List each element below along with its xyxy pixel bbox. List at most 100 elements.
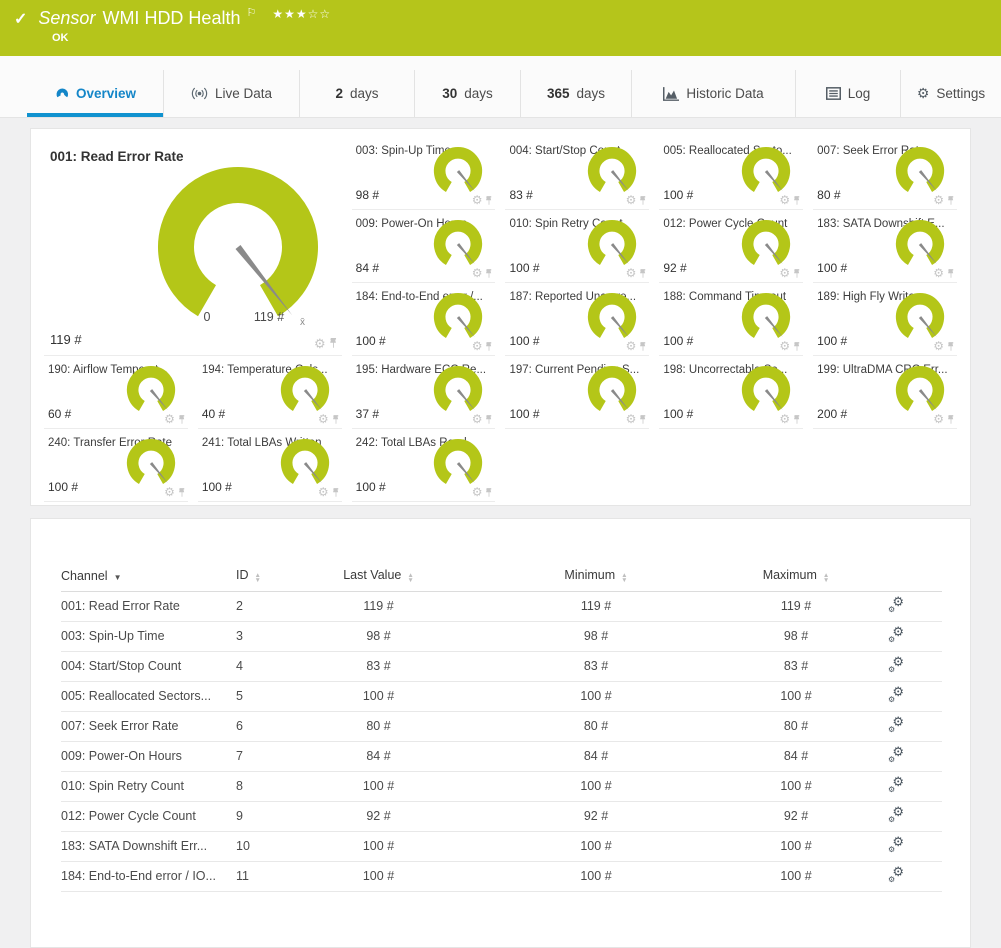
pin-icon[interactable] — [947, 414, 955, 425]
pin-icon[interactable] — [793, 195, 801, 206]
flag-icon[interactable]: ⚐ — [246, 6, 256, 19]
channel-name-cell[interactable]: 183: SATA Downshift Err... — [61, 831, 236, 861]
pin-icon[interactable] — [947, 268, 955, 279]
pin-icon[interactable] — [485, 268, 493, 279]
table-row[interactable]: 003: Spin-Up Time 3 98 # 98 # 98 # ⚙⚙ — [61, 621, 942, 651]
channel-name-cell[interactable]: 010: Spin Retry Count — [61, 771, 236, 801]
gear-icon[interactable]: ⚙ — [472, 195, 483, 206]
tab-2-days[interactable]: 2days — [299, 70, 414, 117]
tab-historic-data[interactable]: Historic Data — [631, 70, 795, 117]
column-header-last-value[interactable]: Last Value▲▼ — [301, 561, 456, 591]
table-row[interactable]: 004: Start/Stop Count 4 83 # 83 # 83 # ⚙… — [61, 651, 942, 681]
channel-settings-icon[interactable]: ⚙⚙ — [888, 717, 904, 732]
gear-icon[interactable]: ⚙ — [626, 195, 637, 206]
channel-name-cell[interactable]: 001: Read Error Rate — [61, 591, 236, 621]
tab-30-days[interactable]: 30days — [414, 70, 520, 117]
channel-settings-icon[interactable]: ⚙⚙ — [888, 777, 904, 792]
table-row[interactable]: 184: End-to-End error / IO... 11 100 # 1… — [61, 861, 942, 891]
table-row[interactable]: 012: Power Cycle Count 9 92 # 92 # 92 # … — [61, 801, 942, 831]
column-header-channel[interactable]: Channel▼ — [61, 561, 236, 591]
pin-icon[interactable] — [178, 414, 186, 425]
column-header-maximum[interactable]: Maximum▲▼ — [721, 561, 871, 591]
gear-icon[interactable]: ⚙ — [472, 268, 483, 279]
id-cell: 3 — [236, 621, 301, 651]
gear-icon[interactable]: ⚙ — [318, 487, 329, 498]
table-row[interactable]: 183: SATA Downshift Err... 10 100 # 100 … — [61, 831, 942, 861]
gauge-value: 100 # — [663, 334, 693, 348]
pin-icon[interactable] — [178, 487, 186, 498]
gear-icon[interactable]: ⚙ — [779, 195, 790, 206]
tab-365-days[interactable]: 365days — [520, 70, 631, 117]
log-icon — [826, 87, 841, 100]
pin-icon[interactable] — [485, 487, 493, 498]
gear-icon[interactable]: ⚙ — [472, 341, 483, 352]
channel-name-cell[interactable]: 184: End-to-End error / IO... — [61, 861, 236, 891]
table-row[interactable]: 007: Seek Error Rate 6 80 # 80 # 80 # ⚙⚙ — [61, 711, 942, 741]
gauge-dial — [585, 292, 639, 346]
minimum-cell: 84 # — [521, 741, 671, 771]
gear-icon[interactable]: ⚙ — [779, 414, 790, 425]
pin-icon[interactable] — [329, 337, 338, 349]
pin-icon[interactable] — [793, 268, 801, 279]
channel-gauge: 009: Power-On Hours 84 # ⚙ — [352, 210, 496, 283]
channel-name-cell[interactable]: 005: Reallocated Sectors... — [61, 681, 236, 711]
gear-icon[interactable]: ⚙ — [779, 341, 790, 352]
gear-icon[interactable]: ⚙ — [933, 341, 944, 352]
channel-name-cell[interactable]: 012: Power Cycle Count — [61, 801, 236, 831]
table-row[interactable]: 010: Spin Retry Count 8 100 # 100 # 100 … — [61, 771, 942, 801]
gear-icon[interactable]: ⚙ — [164, 487, 175, 498]
channel-name-cell[interactable]: 009: Power-On Hours — [61, 741, 236, 771]
gear-icon[interactable]: ⚙ — [626, 268, 637, 279]
channel-name-cell[interactable]: 003: Spin-Up Time — [61, 621, 236, 651]
pin-icon[interactable] — [947, 341, 955, 352]
channel-settings-icon[interactable]: ⚙⚙ — [888, 687, 904, 702]
priority-stars[interactable]: ★★★☆☆ — [272, 7, 331, 21]
pin-icon[interactable] — [639, 268, 647, 279]
channel-settings-icon[interactable]: ⚙⚙ — [888, 837, 904, 852]
pin-icon[interactable] — [332, 414, 340, 425]
gear-icon[interactable]: ⚙ — [318, 414, 329, 425]
pin-icon[interactable] — [947, 195, 955, 206]
pin-icon[interactable] — [639, 195, 647, 206]
gear-icon[interactable]: ⚙ — [472, 487, 483, 498]
gear-icon[interactable]: ⚙ — [164, 414, 175, 425]
id-cell: 11 — [236, 861, 301, 891]
channel-name-cell[interactable]: 007: Seek Error Rate — [61, 711, 236, 741]
pin-icon[interactable] — [639, 414, 647, 425]
pin-icon[interactable] — [485, 341, 493, 352]
gear-icon[interactable]: ⚙ — [314, 338, 326, 349]
gear-icon[interactable]: ⚙ — [626, 414, 637, 425]
tab-live-data[interactable]: Live Data — [163, 70, 299, 117]
gear-icon[interactable]: ⚙ — [472, 414, 483, 425]
pin-icon[interactable] — [332, 487, 340, 498]
column-header-minimum[interactable]: Minimum▲▼ — [521, 561, 671, 591]
gauge-value: 100 # — [509, 334, 539, 348]
pin-icon[interactable] — [485, 195, 493, 206]
channel-settings-icon[interactable]: ⚙⚙ — [888, 867, 904, 882]
tab-log[interactable]: Log — [795, 70, 900, 117]
channel-settings-icon[interactable]: ⚙⚙ — [888, 657, 904, 672]
pin-icon[interactable] — [793, 341, 801, 352]
table-row[interactable]: 009: Power-On Hours 7 84 # 84 # 84 # ⚙⚙ — [61, 741, 942, 771]
last-value-cell: 100 # — [301, 771, 456, 801]
gear-icon[interactable]: ⚙ — [779, 268, 790, 279]
channel-settings-icon[interactable]: ⚙⚙ — [888, 627, 904, 642]
table-row[interactable]: 001: Read Error Rate 2 119 # 119 # 119 #… — [61, 591, 942, 621]
tab-settings[interactable]: ⚙Settings — [900, 70, 1001, 117]
pin-icon[interactable] — [485, 414, 493, 425]
pin-icon[interactable] — [793, 414, 801, 425]
column-header-id[interactable]: ID▲▼ — [236, 561, 301, 591]
table-row[interactable]: 005: Reallocated Sectors... 5 100 # 100 … — [61, 681, 942, 711]
channel-settings-icon[interactable]: ⚙⚙ — [888, 597, 904, 612]
channel-settings-icon[interactable]: ⚙⚙ — [888, 807, 904, 822]
pin-icon[interactable] — [639, 341, 647, 352]
gear-icon[interactable]: ⚙ — [933, 414, 944, 425]
gear-icon[interactable]: ⚙ — [933, 195, 944, 206]
gear-icon[interactable]: ⚙ — [626, 341, 637, 352]
channel-name-cell[interactable]: 004: Start/Stop Count — [61, 651, 236, 681]
last-value-cell: 100 # — [301, 681, 456, 711]
gauge-value: 98 # — [356, 188, 379, 202]
channel-settings-icon[interactable]: ⚙⚙ — [888, 747, 904, 762]
tab-overview[interactable]: Overview — [27, 70, 163, 117]
gear-icon[interactable]: ⚙ — [933, 268, 944, 279]
